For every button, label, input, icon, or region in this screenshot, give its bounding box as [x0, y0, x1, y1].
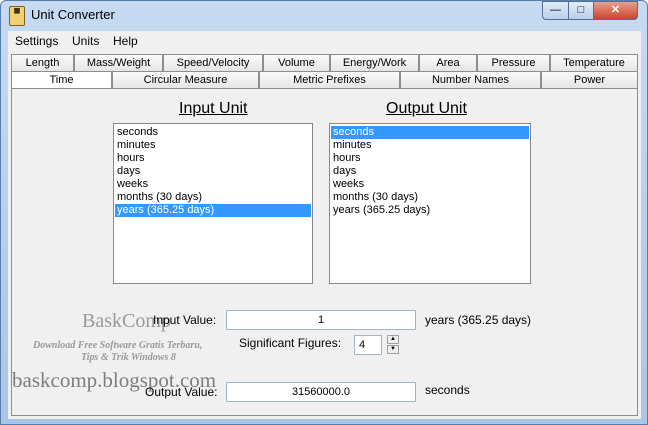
- list-item[interactable]: minutes: [115, 139, 311, 152]
- tab-pressure[interactable]: Pressure: [477, 54, 550, 71]
- watermark-line1: Download Free Software Gratis Terbaru,: [33, 340, 203, 351]
- list-item[interactable]: weeks: [331, 178, 529, 191]
- list-item[interactable]: years (365.25 days): [331, 204, 529, 217]
- menu-settings[interactable]: Settings: [15, 34, 58, 48]
- tab-area[interactable]: Area: [419, 54, 477, 71]
- list-item-selected[interactable]: seconds: [331, 126, 529, 139]
- input-unit-list[interactable]: seconds minutes hours days weeks months …: [113, 123, 313, 284]
- list-item[interactable]: hours: [115, 152, 311, 165]
- menu-bar: Settings Units Help: [8, 31, 641, 51]
- tab-temperature[interactable]: Temperature: [550, 54, 638, 71]
- list-item[interactable]: minutes: [331, 139, 529, 152]
- list-item[interactable]: seconds: [115, 126, 311, 139]
- calculator-icon: ▦: [9, 6, 25, 26]
- spin-up-icon[interactable]: ▲: [387, 335, 399, 344]
- input-value-label: Input Value:: [153, 313, 217, 327]
- tab-metric-prefixes[interactable]: Metric Prefixes: [259, 71, 400, 88]
- menu-units[interactable]: Units: [72, 34, 99, 48]
- spin-down-icon[interactable]: ▼: [387, 345, 399, 354]
- significant-figures-field[interactable]: 4: [354, 335, 382, 355]
- list-item[interactable]: days: [331, 165, 529, 178]
- output-value-label: Output Value:: [145, 385, 218, 399]
- watermark-line2: Tips & Trik Windows 8: [81, 352, 176, 363]
- maximize-button[interactable]: □: [568, 1, 594, 20]
- significant-figures-label: Significant Figures:: [239, 336, 342, 350]
- tab-speed-velocity[interactable]: Speed/Velocity: [163, 54, 263, 71]
- output-value-field: 31560000.0: [226, 382, 416, 402]
- tab-length[interactable]: Length: [11, 54, 74, 71]
- output-unit-heading: Output Unit: [386, 100, 467, 117]
- list-item[interactable]: hours: [331, 152, 529, 165]
- tab-energy-work[interactable]: Energy/Work: [330, 54, 419, 71]
- time-tab-panel: Input Unit Output Unit seconds minutes h…: [11, 88, 638, 416]
- output-unit-readout: seconds: [425, 383, 470, 397]
- tab-number-names[interactable]: Number Names: [400, 71, 541, 88]
- minimize-button[interactable]: —: [542, 1, 569, 20]
- tab-power[interactable]: Power: [541, 71, 638, 88]
- close-button[interactable]: ✕: [593, 1, 638, 20]
- client-area: Settings Units Help Length Mass/Weight S…: [8, 31, 641, 419]
- menu-help[interactable]: Help: [113, 34, 138, 48]
- list-item-selected[interactable]: years (365.25 days): [115, 204, 311, 217]
- input-unit-readout: years (365.25 days): [425, 313, 532, 327]
- tab-volume[interactable]: Volume: [263, 54, 330, 71]
- input-value-field[interactable]: 1: [226, 310, 416, 330]
- list-item[interactable]: months (30 days): [115, 191, 311, 204]
- title-bar[interactable]: ▦ Unit Converter — □ ✕: [1, 1, 647, 31]
- app-window: ▦ Unit Converter — □ ✕ Settings Units He…: [0, 0, 648, 425]
- tab-mass-weight[interactable]: Mass/Weight: [74, 54, 163, 71]
- list-item[interactable]: days: [115, 165, 311, 178]
- input-unit-heading: Input Unit: [179, 100, 248, 117]
- output-unit-list[interactable]: seconds minutes hours days weeks months …: [329, 123, 531, 284]
- list-item[interactable]: months (30 days): [331, 191, 529, 204]
- tab-circular-measure[interactable]: Circular Measure: [112, 71, 259, 88]
- window-title: Unit Converter: [31, 7, 115, 22]
- list-item[interactable]: weeks: [115, 178, 311, 191]
